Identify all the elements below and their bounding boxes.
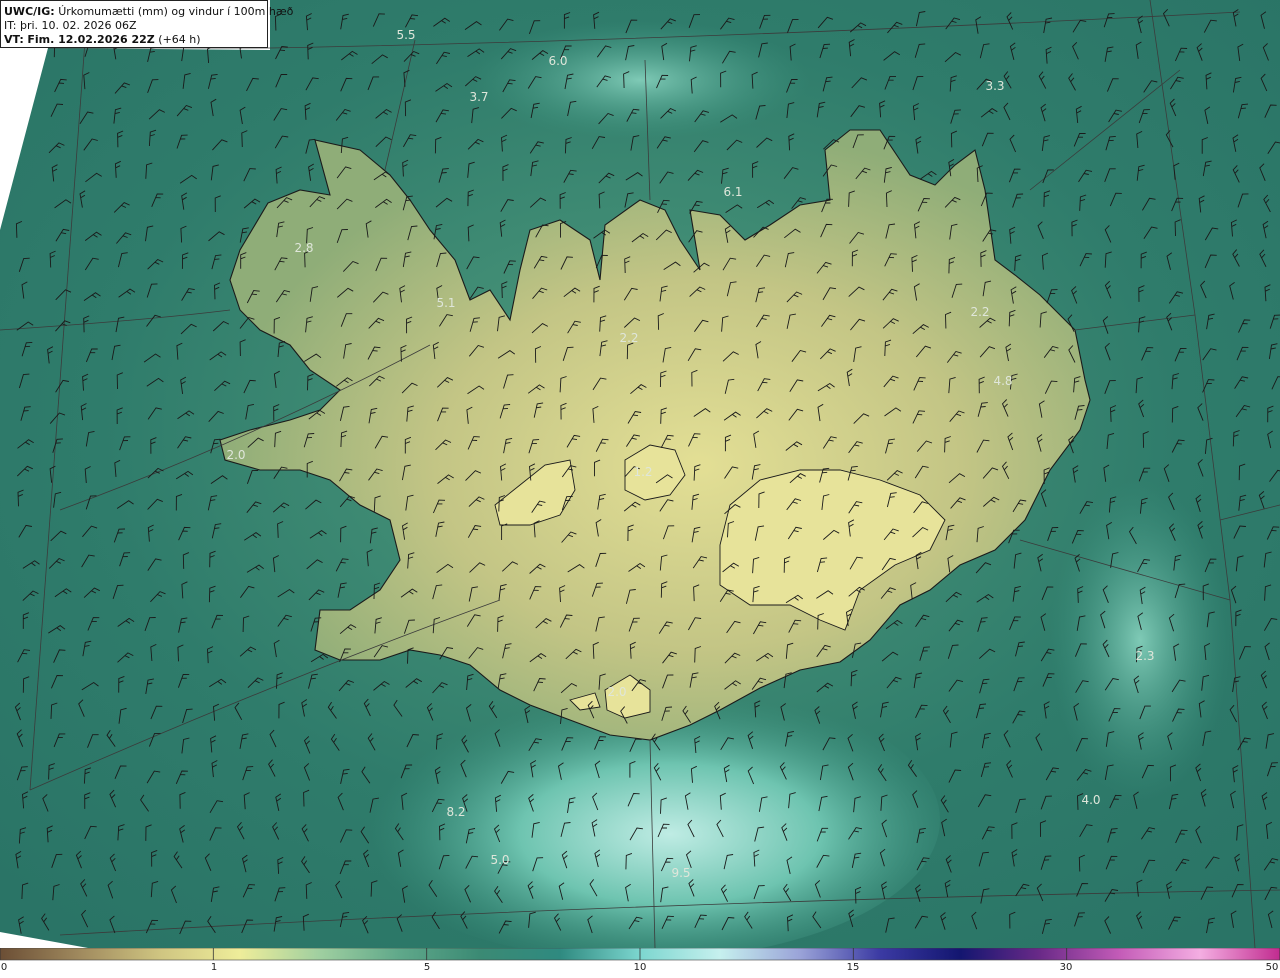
map-title: Úrkomumætti (mm) og vindur í 100m hæð [58, 5, 294, 18]
map-value-label: 2.8 [294, 241, 314, 255]
map-value-label: 3.3 [985, 79, 1005, 93]
map-value-label: 2.2 [619, 331, 639, 345]
precipitation-colorbar: 0 1 5 10 15 30 50 [0, 948, 1280, 978]
valid-time-label: VT: [4, 33, 24, 46]
map-value-label: 5.5 [396, 28, 416, 42]
colorbar-tick-label: 10 [633, 962, 647, 973]
map-value-label: 9.5 [671, 866, 691, 880]
initial-time-value: þri. 10. 02. 2026 06Z [19, 19, 137, 32]
map-value-label: 2.3 [1135, 649, 1155, 663]
map-value-label: 5.0 [490, 853, 510, 867]
colorbar-tick-label: 0 [0, 962, 8, 973]
map-value-label: 5.1 [436, 296, 456, 310]
initial-time-line: IT: þri. 10. 02. 2026 06Z [4, 19, 264, 33]
colorbar-tick-label: 30 [1059, 962, 1073, 973]
map-value-label: 6.1 [723, 185, 743, 199]
colorbar-tick-label: 50 [1265, 962, 1279, 973]
map-value-label: 3.7 [469, 90, 489, 104]
map-value-label: 4.0 [1081, 793, 1101, 807]
map-value-label: 6.0 [548, 54, 568, 68]
map-value-label: 1.2 [633, 465, 653, 479]
colorbar-tick-label: 15 [846, 962, 860, 973]
east-wet-area [1050, 480, 1230, 800]
map-value-label: 2.0 [226, 448, 246, 462]
map-value-label: 2.2 [970, 305, 990, 319]
map-value-label: 4.8 [993, 374, 1013, 388]
model-name: UWC/IG: [4, 5, 55, 18]
colorbar-tick-label: 1 [210, 962, 218, 973]
map-value-label: 2.0 [607, 685, 627, 699]
initial-time-label: IT: [4, 19, 17, 32]
map-value-label: 8.2 [446, 805, 466, 819]
lead-time: (+64 h) [158, 33, 201, 46]
valid-time-value: Fim. 12.02.2026 22Z [27, 33, 155, 46]
valid-time-line: VT: Fim. 12.02.2026 22Z (+64 h) [4, 33, 264, 47]
forecast-info-box: UWC/IG: Úrkomumætti (mm) og vindur í 100… [0, 0, 293, 48]
info-title-line: UWC/IG: Úrkomumætti (mm) og vindur í 100… [4, 5, 293, 19]
colorbar-tick-label: 5 [423, 962, 431, 973]
